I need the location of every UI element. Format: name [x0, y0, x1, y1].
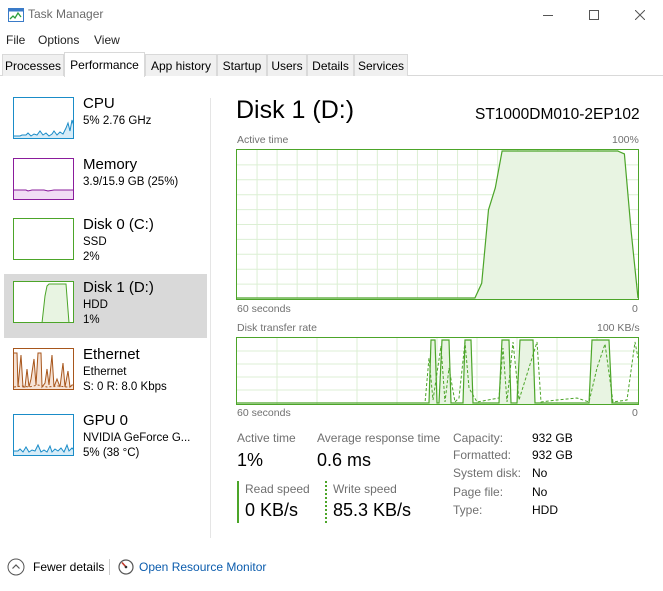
tab-strip: Processes Performance App history Startu… — [0, 52, 663, 77]
maximize-button[interactable] — [571, 0, 617, 30]
active-time-stat-value: 1% — [237, 450, 264, 470]
write-speed-indicator — [325, 481, 327, 523]
open-resource-monitor-link[interactable]: Open Resource Monitor — [139, 560, 266, 574]
close-icon — [635, 10, 645, 20]
prop-page-file-value: No — [532, 485, 548, 499]
disk-model: ST1000DM010-2EP102 — [475, 106, 640, 123]
active-time-graph-label: Active time — [237, 134, 289, 146]
chevron-up-circle-icon — [7, 558, 25, 576]
write-speed-value: 85.3 KB/s — [333, 500, 412, 520]
tab-users[interactable]: Users — [267, 54, 307, 76]
cpu-sparkline — [13, 97, 74, 139]
sidebar-item-gpu-0[interactable]: GPU 0 NVIDIA GeForce G... 5% (38 °C) — [4, 407, 207, 471]
sidebar-item-disk-0[interactable]: Disk 0 (C:) SSD 2% — [4, 211, 207, 275]
write-speed-label: Write speed — [333, 482, 397, 496]
prop-type-label: Type: — [453, 503, 483, 517]
minimize-icon — [543, 15, 553, 16]
sidebar-item-disk-1[interactable]: Disk 1 (D:) HDD 1% — [4, 274, 207, 338]
avg-response-stat-value: 0.6 ms — [317, 450, 372, 470]
transfer-graph-label: Disk transfer rate — [237, 322, 317, 334]
title-bar: Task Manager — [0, 0, 663, 30]
read-speed-value: 0 KB/s — [245, 500, 299, 520]
transfer-rate-chart — [237, 338, 638, 404]
sidebar-item-cpu[interactable]: CPU 5% 2.76 GHz — [4, 90, 207, 154]
active-time-graph-min: 0 — [632, 303, 638, 315]
sidebar-item-detail: Ethernet — [83, 366, 127, 378]
prop-page-file-label: Page file: — [453, 485, 504, 499]
resource-monitor-icon — [118, 559, 134, 575]
sidebar-item-title: Memory — [83, 156, 138, 173]
fewer-details-button[interactable] — [7, 558, 25, 576]
tab-startup[interactable]: Startup — [217, 54, 267, 76]
active-time-chart — [237, 150, 638, 299]
prop-capacity-value: 932 GB — [532, 431, 573, 445]
tab-performance[interactable]: Performance — [64, 52, 145, 77]
read-speed-indicator — [237, 481, 239, 523]
menu-view[interactable]: View — [94, 33, 120, 47]
sidebar-item-detail: SSD — [83, 236, 107, 248]
sidebar-item-title: Disk 1 (D:) — [83, 279, 154, 296]
transfer-rate-graph — [236, 337, 639, 405]
transfer-graph-max: 100 KB/s — [597, 322, 640, 334]
fewer-details-link[interactable]: Fewer details — [33, 560, 104, 574]
prop-formatted-value: 932 GB — [532, 448, 573, 462]
footer-divider — [109, 559, 110, 575]
resource-sidebar: CPU 5% 2.76 GHz Memory 3.9/15.9 GB (25%)… — [0, 88, 210, 540]
sidebar-item-detail: 3.9/15.9 GB (25%) — [83, 176, 179, 188]
close-button[interactable] — [617, 0, 663, 30]
memory-sparkline — [13, 158, 74, 200]
gpu-sparkline — [13, 414, 74, 456]
sidebar-item-detail: 5% 2.76 GHz — [83, 115, 152, 127]
sidebar-item-usage: S: 0 R: 8.0 Kbps — [83, 381, 167, 393]
sidebar-item-title: Ethernet — [83, 346, 140, 363]
tab-app-history[interactable]: App history — [145, 54, 217, 76]
prop-capacity-label: Capacity: — [453, 431, 504, 445]
sidebar-item-memory[interactable]: Memory 3.9/15.9 GB (25%) — [4, 151, 207, 215]
prop-system-disk-value: No — [532, 466, 548, 480]
avg-response-stat-label: Average response time — [317, 431, 441, 445]
menu-file[interactable]: File — [6, 33, 25, 47]
active-time-graph-duration: 60 seconds — [237, 303, 291, 315]
disk-1-sparkline — [13, 281, 74, 323]
minimize-button[interactable] — [525, 0, 571, 30]
transfer-graph-min: 0 — [632, 407, 638, 419]
sidebar-item-usage: 1% — [83, 314, 100, 326]
sidebar-item-title: GPU 0 — [83, 412, 129, 429]
menu-options[interactable]: Options — [38, 33, 79, 47]
disk-0-sparkline — [13, 218, 74, 260]
transfer-graph-duration: 60 seconds — [237, 407, 291, 419]
active-time-stat-label: Active time — [237, 431, 296, 445]
page-title: Disk 1 (D:) — [236, 96, 355, 124]
active-time-graph-max: 100% — [612, 134, 639, 146]
sidebar-item-usage: 5% (38 °C) — [83, 447, 140, 459]
prop-system-disk-label: System disk: — [453, 466, 522, 480]
sidebar-item-detail: HDD — [83, 299, 108, 311]
window-title: Task Manager — [28, 7, 104, 21]
sidebar-item-title: CPU — [83, 95, 115, 112]
prop-formatted-label: Formatted: — [453, 448, 512, 462]
active-time-graph — [236, 149, 639, 300]
sidebar-item-usage: 2% — [83, 251, 100, 263]
tab-services[interactable]: Services — [354, 54, 408, 76]
tab-details[interactable]: Details — [307, 54, 354, 76]
tab-processes[interactable]: Processes — [2, 54, 64, 76]
sidebar-item-title: Disk 0 (C:) — [83, 216, 154, 233]
read-speed-label: Read speed — [245, 482, 310, 496]
ethernet-sparkline — [13, 348, 74, 390]
task-manager-app-icon — [8, 8, 24, 22]
sidebar-item-ethernet[interactable]: Ethernet Ethernet S: 0 R: 8.0 Kbps — [4, 341, 207, 405]
maximize-icon — [589, 10, 599, 20]
panel-divider — [210, 98, 211, 538]
menu-bar: File Options View — [0, 30, 663, 50]
prop-type-value: HDD — [532, 503, 558, 517]
sidebar-item-detail: NVIDIA GeForce G... — [83, 432, 191, 444]
